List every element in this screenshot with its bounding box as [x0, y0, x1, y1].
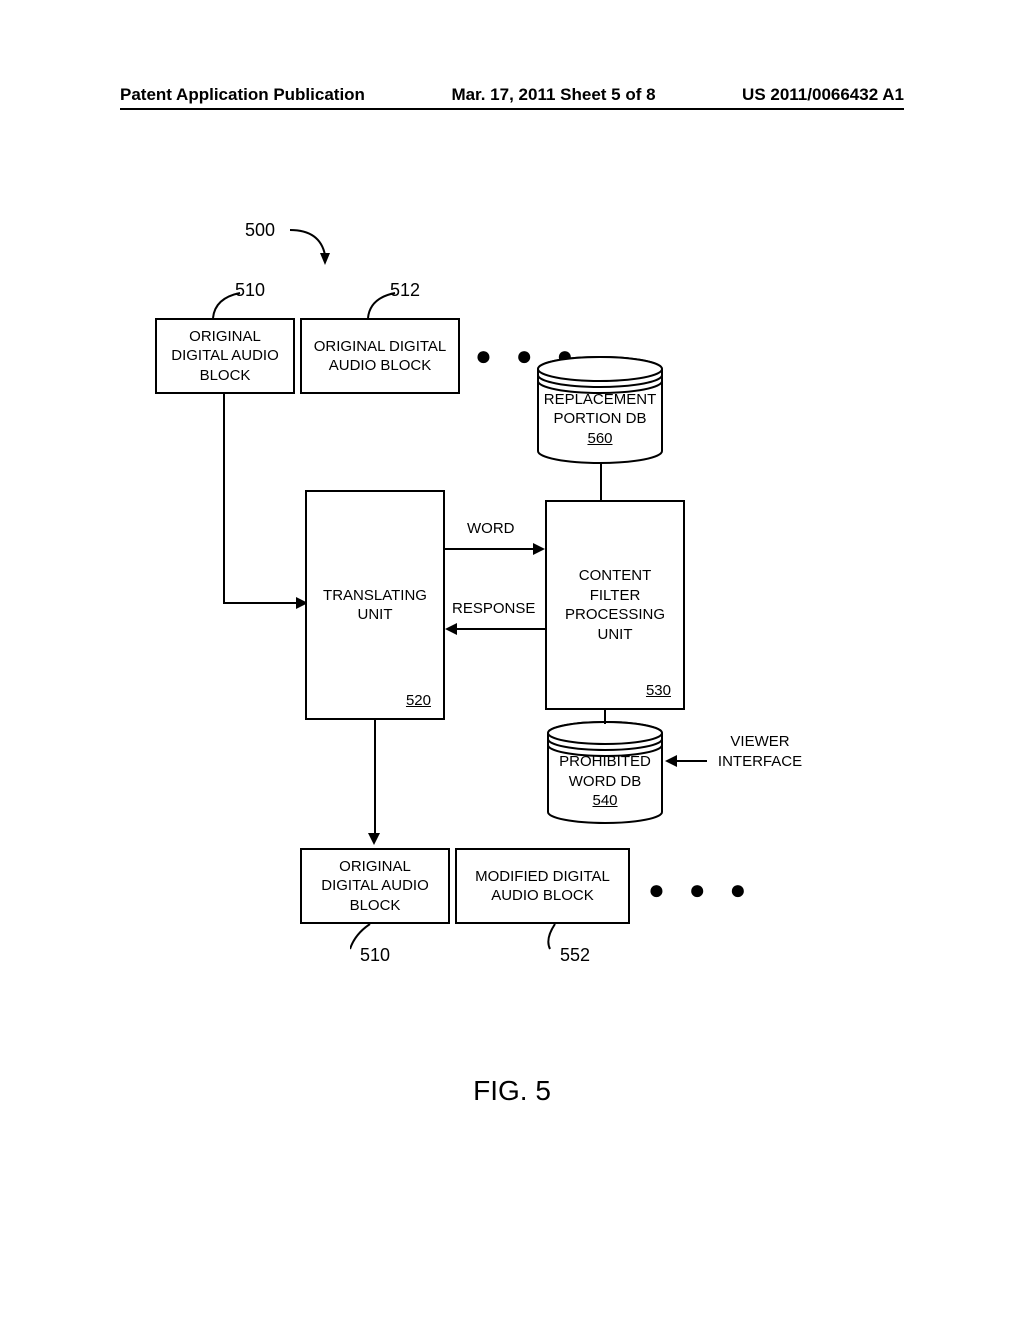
modified-audio-label: MODIFIED DIGITAL AUDIO BLOCK — [475, 867, 610, 906]
arrowhead-viewer-if — [665, 755, 677, 767]
label-viewer-interface: VIEWER INTERFACE — [710, 732, 810, 771]
arrowhead-response — [445, 623, 457, 635]
ref-530: 530 — [646, 681, 671, 701]
label-word: WORD — [465, 520, 517, 537]
block-modified-audio: MODIFIED DIGITAL AUDIO BLOCK — [455, 848, 630, 924]
replacement-db-label: REPLACEMENT PORTION DB — [544, 390, 657, 429]
block-original-audio-1-label: ORIGINAL DIGITAL AUDIO BLOCK — [171, 327, 279, 386]
ref-560: 560 — [544, 429, 657, 449]
line-560-to-530 — [600, 463, 602, 500]
arrowhead-520-down — [368, 833, 380, 845]
content-filter-label: CONTENT FILTER PROCESSING UNIT — [565, 566, 665, 644]
line-520-down — [374, 720, 376, 835]
cylinder-prohibited-db: PROHIBITED WORD DB 540 — [545, 720, 665, 825]
arrowhead-word — [533, 543, 545, 555]
figure-caption: FIG. 5 — [0, 1075, 1024, 1107]
prohibited-db-label: PROHIBITED WORD DB — [559, 752, 651, 791]
line-510-right — [223, 602, 298, 604]
line-viewer-if — [677, 760, 707, 762]
line-530-to-540 — [604, 710, 606, 724]
header-right: US 2011/0066432 A1 — [742, 85, 904, 105]
diagram-500: 500 510 512 ORIGINAL DIGITAL AUDIO BLOCK… — [0, 200, 1024, 1100]
block-content-filter: CONTENT FILTER PROCESSING UNIT 530 — [545, 500, 685, 710]
block-original-audio-out: ORIGINAL DIGITAL AUDIO BLOCK — [300, 848, 450, 924]
label-response: RESPONSE — [450, 600, 537, 617]
line-word — [445, 548, 535, 550]
original-audio-out-label: ORIGINAL DIGITAL AUDIO BLOCK — [321, 857, 429, 916]
translating-unit-label: TRANSLATING UNIT — [323, 586, 427, 625]
line-510-down — [223, 394, 225, 604]
block-original-audio-1: ORIGINAL DIGITAL AUDIO BLOCK — [155, 318, 295, 394]
line-response — [457, 628, 545, 630]
ref-500: 500 — [245, 220, 275, 241]
leader-500 — [290, 225, 340, 265]
ref-552: 552 — [560, 945, 590, 966]
header-divider — [120, 108, 904, 110]
cylinder-replacement-db: REPLACEMENT PORTION DB 560 — [535, 355, 665, 465]
block-original-audio-2-label: ORIGINAL DIGITAL AUDIO BLOCK — [314, 337, 447, 376]
ellipsis-bottom: ● ● ● — [648, 874, 754, 906]
ref-520: 520 — [406, 691, 431, 711]
ref-540: 540 — [559, 791, 651, 811]
block-translating-unit: TRANSLATING UNIT 520 — [305, 490, 445, 720]
header-left: Patent Application Publication — [120, 85, 365, 105]
ref-510-bottom: 510 — [360, 945, 390, 966]
block-original-audio-2: ORIGINAL DIGITAL AUDIO BLOCK — [300, 318, 460, 394]
header-center: Mar. 17, 2011 Sheet 5 of 8 — [451, 85, 655, 105]
